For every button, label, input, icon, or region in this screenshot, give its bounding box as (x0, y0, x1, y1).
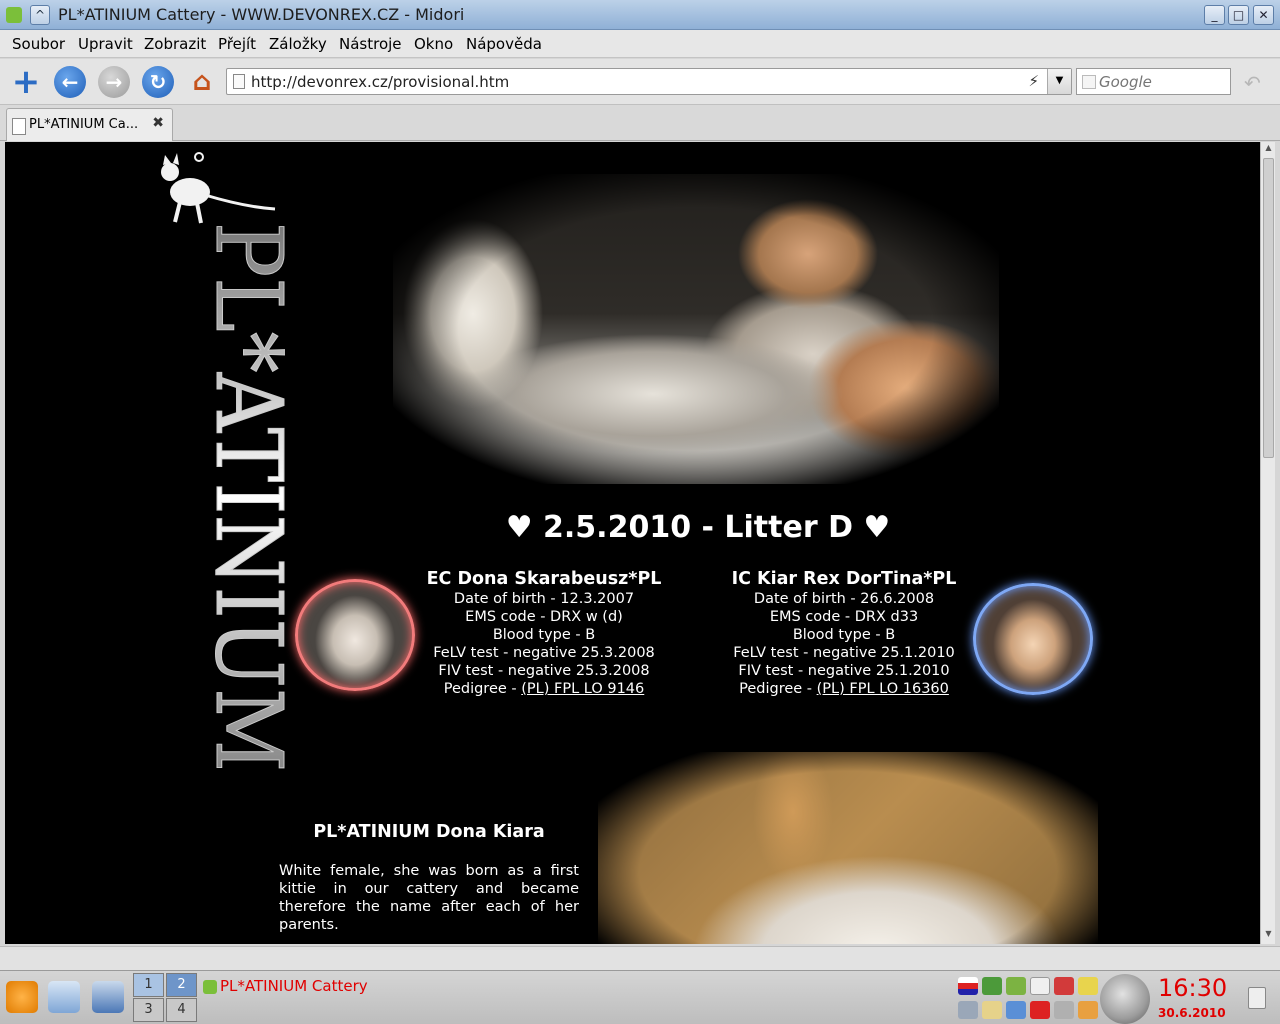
mother-dob: Date of birth - 12.3.2007 (453, 591, 635, 607)
feed-icon[interactable]: ⚡ (1028, 72, 1039, 90)
mother-pedigree-label: Pedigree - (443, 681, 522, 697)
menu-zalozky[interactable]: Záložky (269, 35, 327, 53)
folder-icon[interactable] (982, 1001, 1002, 1019)
minimize-button[interactable]: _ (1204, 5, 1225, 25)
task-entry-platinium[interactable]: PL*ATINIUM Cattery (220, 977, 368, 995)
pager-desktop-1[interactable]: 1 (133, 973, 164, 997)
pager-desktop-2[interactable]: 2 (166, 973, 197, 997)
mother-fiv: FIV test - negative 25.3.2008 (438, 663, 650, 679)
window-titlebar: ^ PL*ATINIUM Cattery - WWW.DEVONREX.CZ -… (0, 0, 1280, 30)
clock-date[interactable]: 30.6.2010 (1158, 1006, 1226, 1020)
address-dropdown-button[interactable]: ▼ (1047, 69, 1071, 94)
father-pedigree-link[interactable]: (PL) FPL LO 16360 (817, 681, 949, 697)
maximize-button[interactable]: □ (1228, 5, 1249, 25)
father-ems: EMS code - DRX d33 (769, 609, 919, 625)
father-info: IC Kiar Rex DorTina*PL Date of birth - 2… (709, 568, 979, 698)
tab-platinium[interactable]: PL*ATINIUM Ca... ✖ (6, 108, 173, 141)
kitten-title: PL*ATINIUM Dona Kiara (313, 822, 545, 842)
clock-time[interactable]: 16:30 (1158, 974, 1227, 1002)
kde-menu-icon[interactable] (6, 981, 38, 1013)
desktop-icon[interactable] (92, 981, 124, 1013)
search-input[interactable] (1099, 72, 1224, 92)
menu-bar: Soubor Upravit Zobrazit Přejít Záložky N… (0, 30, 1280, 58)
desktop-taskbar: 1 2 3 4 PL*ATINIUM Cattery 16:30 30.6.20… (0, 970, 1280, 1024)
vertical-scrollbar[interactable]: ▲ ▼ (1260, 142, 1275, 944)
status-bar (0, 946, 1280, 970)
tab-bar: PL*ATINIUM Ca... ✖ (0, 105, 1280, 141)
home-button[interactable]: ⌂ (186, 66, 218, 98)
menu-nastroje[interactable]: Nástroje (339, 35, 402, 53)
father-fiv: FIV test - negative 25.1.2010 (738, 663, 950, 679)
new-tab-button[interactable]: + (10, 65, 42, 99)
reload-button[interactable]: ↻ (142, 66, 174, 98)
printer-icon[interactable] (1054, 1001, 1074, 1019)
tab-label[interactable]: PL*ATINIUM Ca... (29, 117, 138, 132)
logo-text: PL*ATINIUM (195, 222, 285, 772)
shade-button[interactable]: ^ (30, 5, 50, 25)
father-pedigree: Pedigree - (PL) FPL LO 16360 (709, 680, 979, 698)
file-manager-icon[interactable] (48, 981, 80, 1013)
volume-icon[interactable] (958, 1001, 978, 1019)
mother-name: EC Dona Skarabeusz*PL (426, 569, 662, 589)
mother-blood: Blood type - B (492, 627, 596, 643)
father-name: IC Kiar Rex DorTina*PL (731, 569, 957, 589)
forward-button[interactable]: → (98, 66, 130, 98)
father-pedigree-label: Pedigree - (739, 681, 817, 697)
keyboard-layout-icon[interactable] (958, 977, 978, 995)
mother-pedigree: Pedigree - (PL) FPL LO 9146 (409, 680, 679, 698)
father-dob: Date of birth - 26.6.2008 (753, 591, 935, 607)
power-icon[interactable] (1054, 977, 1074, 995)
trash-icon[interactable] (1248, 987, 1266, 1009)
tab-page-icon (12, 118, 26, 135)
kitten-description: White female, she was born as a first ki… (279, 863, 579, 933)
back-button[interactable]: ← (54, 66, 86, 98)
help-icon[interactable] (1078, 1001, 1098, 1019)
address-bar[interactable]: http://devonrex.cz/provisional.htm ⚡ ▼ (226, 68, 1072, 95)
mail-icon[interactable] (1030, 1001, 1050, 1019)
menu-zobrazit[interactable]: Zobrazit (144, 35, 206, 53)
father-blood: Blood type - B (792, 627, 896, 643)
notes-icon[interactable] (1078, 977, 1098, 995)
kitten-photo (598, 752, 1098, 944)
download-icon[interactable] (1006, 977, 1026, 995)
close-window-button[interactable]: ✕ (1253, 5, 1274, 25)
clipboard-icon[interactable] (1030, 977, 1050, 995)
menu-okno[interactable]: Okno (414, 35, 453, 53)
moon-phase-icon (1100, 974, 1150, 1024)
network-icon[interactable] (982, 977, 1002, 995)
menu-soubor[interactable]: Soubor (12, 35, 65, 53)
father-felv: FeLV test - negative 25.1.2010 (733, 645, 955, 661)
scroll-up-icon[interactable]: ▲ (1262, 143, 1275, 157)
pager-desktop-4[interactable]: 4 (166, 998, 197, 1022)
mother-photo (295, 579, 415, 691)
litter-title: ♥ 2.5.2010 - Litter D ♥ (505, 510, 891, 545)
search-engine-icon[interactable] (1082, 75, 1096, 89)
pager-desktop-3[interactable]: 3 (133, 998, 164, 1022)
mother-felv: FeLV test - negative 25.3.2008 (433, 645, 655, 661)
scrollbar-thumb[interactable] (1263, 158, 1274, 458)
undo-close-tab-button[interactable]: ↶ (1244, 71, 1261, 95)
address-url[interactable]: http://devonrex.cz/provisional.htm (251, 73, 509, 91)
menu-prejit[interactable]: Přejít (218, 35, 256, 53)
platinium-logo: PL*ATINIUM (161, 152, 285, 773)
father-photo (973, 583, 1093, 695)
search-box[interactable] (1076, 68, 1231, 95)
scroll-down-icon[interactable]: ▼ (1262, 929, 1275, 943)
mother-info: EC Dona Skarabeusz*PL Date of birth - 12… (409, 568, 679, 698)
mother-pedigree-link[interactable]: (PL) FPL LO 9146 (521, 681, 644, 697)
web-content: PL*ATINIUM ♥ 2.5.2010 - Litter D ♥ EC Do… (5, 142, 1260, 944)
midori-app-icon (6, 7, 22, 23)
cat-silhouette-icon (161, 152, 276, 224)
kittens-hero-photo (393, 174, 999, 484)
tab-close-icon[interactable]: ✖ (152, 115, 164, 131)
page-icon (233, 74, 245, 89)
navigation-toolbar: + ← → ↻ ⌂ http://devonrex.cz/provisional… (0, 59, 1280, 105)
chat-icon[interactable] (1006, 1001, 1026, 1019)
menu-upravit[interactable]: Upravit (78, 35, 133, 53)
menu-napoveda[interactable]: Nápověda (466, 35, 542, 53)
mother-ems: EMS code - DRX w (d) (465, 609, 623, 625)
window-title: PL*ATINIUM Cattery - WWW.DEVONREX.CZ - M… (58, 5, 465, 24)
midori-task-icon (203, 980, 217, 994)
